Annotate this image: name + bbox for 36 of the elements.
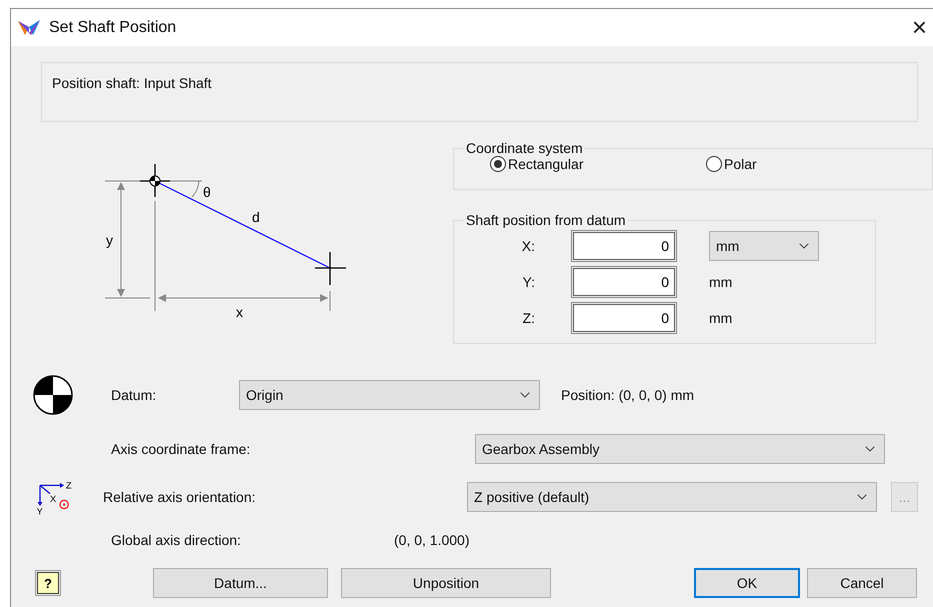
dialog-button[interactable]: Datum... — [153, 568, 328, 598]
dimension-label: x — [236, 304, 243, 320]
datum-dropdown[interactable]: Origin — [239, 380, 540, 410]
unit-label: mm — [709, 310, 732, 326]
field-label: X: — [520, 238, 536, 254]
field-label: Datum: — [111, 387, 158, 403]
direction-value: (0, 0, 1.000) — [394, 532, 470, 548]
input-field[interactable]: 0 — [573, 268, 675, 296]
close-button[interactable]: × — [906, 12, 933, 43]
field-label: Global axis direction: — [111, 532, 242, 548]
dimension-label: d — [252, 209, 260, 225]
group-title: Coordinate system — [465, 140, 584, 156]
help-button[interactable]: ? — [37, 572, 59, 594]
window-title: Set Shaft Position — [49, 18, 178, 36]
angle-label: θ — [203, 184, 211, 200]
field-label: Axis coordinate frame: — [111, 441, 252, 457]
app-logo-icon — [17, 18, 41, 38]
dialog-button[interactable]: Unposition — [341, 568, 551, 598]
frame-dropdown[interactable]: Gearbox Assembly — [475, 434, 885, 464]
position-text: Position: (0, 0, 0) mm — [561, 387, 694, 403]
datum-icon — [33, 375, 73, 415]
dimension-label: y — [106, 232, 113, 248]
info-text: Position shaft: Input Shaft — [52, 75, 212, 91]
field-label: Z: — [522, 310, 536, 326]
field-label: Y: — [522, 274, 536, 290]
group-title: Shaft position from datum — [465, 212, 627, 228]
input-field[interactable]: 0 — [573, 304, 675, 332]
input-field[interactable]: 0 — [573, 232, 675, 260]
radio-option[interactable]: Polar — [706, 156, 922, 172]
orientation-dropdown[interactable]: Z positive (default) — [467, 482, 877, 512]
unit-label: mm — [709, 274, 732, 290]
dialog-button[interactable]: OK — [694, 568, 800, 598]
radio-option[interactable]: Rectangular — [490, 156, 706, 172]
unit-dropdown[interactable]: mm — [709, 231, 819, 261]
dialog-button[interactable]: Cancel — [807, 568, 917, 598]
field-label: Relative axis orientation: — [103, 489, 257, 505]
